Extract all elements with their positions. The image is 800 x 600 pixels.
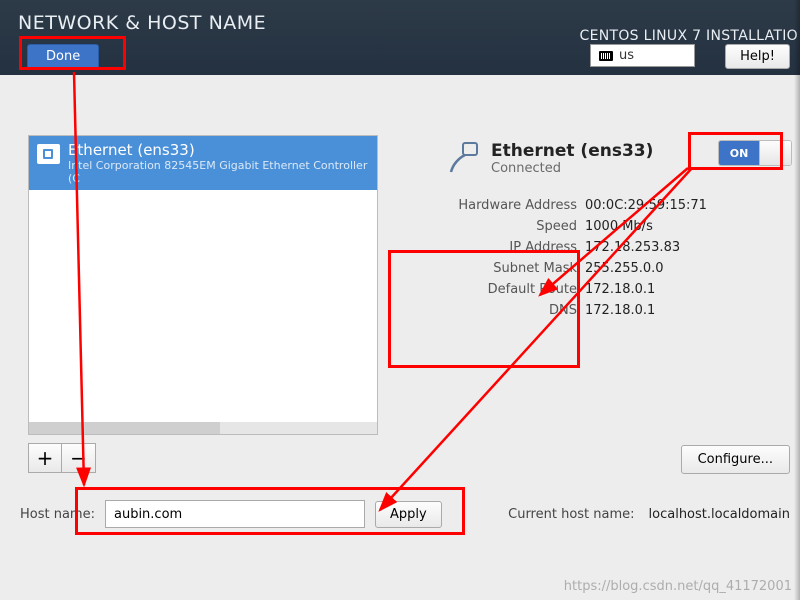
help-button[interactable]: Help! — [725, 44, 790, 69]
nic-list-scrollbar[interactable] — [28, 422, 378, 435]
apply-button[interactable]: Apply — [375, 501, 442, 528]
watermark: https://blog.csdn.net/qq_41172001 — [564, 579, 792, 594]
field-row: IP Address172.18.253.83 — [435, 240, 775, 255]
field-label: DNS — [435, 303, 585, 318]
field-label: Hardware Address — [435, 198, 585, 213]
nic-list[interactable]: Ethernet (ens33) Intel Corporation 82545… — [28, 135, 378, 435]
ethernet-icon — [37, 144, 60, 164]
field-row: DNS172.18.0.1 — [435, 303, 775, 318]
connection-toggle[interactable]: ON — [718, 140, 792, 166]
add-nic-button[interactable]: + — [28, 443, 62, 473]
current-hostname-label: Current host name: — [508, 507, 634, 522]
connection-icon — [445, 140, 481, 176]
field-value: 255.255.0.0 — [585, 261, 664, 276]
nic-name: Ethernet (ens33) — [68, 141, 369, 159]
header-bar: NETWORK & HOST NAME CENTOS LINUX 7 INSTA… — [0, 0, 800, 75]
install-title: CENTOS LINUX 7 INSTALLATIO — [580, 28, 799, 44]
nic-list-item[interactable]: Ethernet (ens33) Intel Corporation 82545… — [29, 136, 377, 190]
hostname-input[interactable] — [105, 500, 365, 528]
current-hostname-value: localhost.localdomain — [649, 507, 790, 522]
field-row: Hardware Address00:0C:29:59:15:71 — [435, 198, 775, 213]
hostname-label: Host name: — [20, 507, 95, 522]
configure-button[interactable]: Configure... — [681, 445, 790, 474]
field-row: Subnet Mask255.255.0.0 — [435, 261, 775, 276]
field-value: 00:0C:29:59:15:71 — [585, 198, 707, 213]
nic-detail: Ethernet (ens33) Connected Hardware Addr… — [435, 140, 775, 324]
field-label: Speed — [435, 219, 585, 234]
field-row: Speed1000 Mb/s — [435, 219, 775, 234]
hostname-row: Host name: Apply Current host name: loca… — [20, 500, 790, 528]
field-value: 172.18.0.1 — [585, 303, 655, 318]
field-value: 172.18.0.1 — [585, 282, 655, 297]
field-label: Subnet Mask — [435, 261, 585, 276]
keyboard-icon — [599, 51, 613, 61]
connection-status: Connected — [491, 161, 653, 176]
field-value: 1000 Mb/s — [585, 219, 653, 234]
field-label: IP Address — [435, 240, 585, 255]
keyboard-layout-indicator[interactable]: us — [590, 44, 695, 67]
toggle-knob — [759, 141, 791, 165]
toggle-on-label: ON — [719, 141, 759, 165]
nic-subtitle: Intel Corporation 82545EM Gigabit Ethern… — [68, 159, 369, 185]
connection-name: Ethernet (ens33) — [491, 141, 653, 161]
keyboard-layout-text: us — [619, 48, 634, 63]
field-value: 172.18.253.83 — [585, 240, 680, 255]
add-remove-group: + − — [28, 443, 96, 473]
right-shadow — [794, 0, 800, 600]
field-row: Default Route172.18.0.1 — [435, 282, 775, 297]
connection-fields: Hardware Address00:0C:29:59:15:71 Speed1… — [435, 198, 775, 318]
remove-nic-button[interactable]: − — [62, 443, 96, 473]
field-label: Default Route — [435, 282, 585, 297]
done-button[interactable]: Done — [27, 44, 99, 70]
